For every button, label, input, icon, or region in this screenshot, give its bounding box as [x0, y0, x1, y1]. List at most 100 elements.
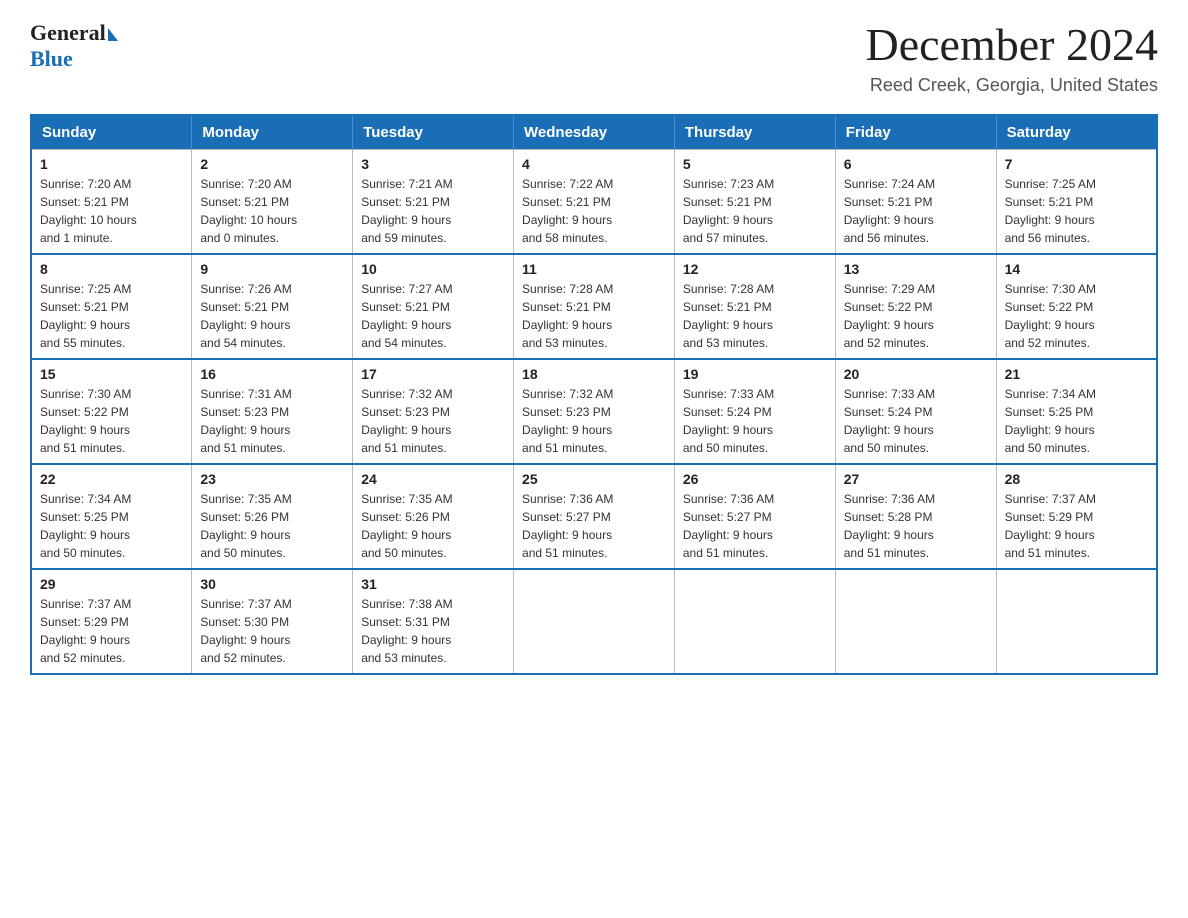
day-number: 20: [844, 366, 988, 382]
day-info: Sunrise: 7:29 AMSunset: 5:22 PMDaylight:…: [844, 280, 988, 352]
day-number: 12: [683, 261, 827, 277]
day-info: Sunrise: 7:30 AMSunset: 5:22 PMDaylight:…: [1005, 280, 1148, 352]
day-number: 17: [361, 366, 505, 382]
title-block: December 2024 Reed Creek, Georgia, Unite…: [866, 20, 1159, 96]
calendar-week-3: 15 Sunrise: 7:30 AMSunset: 5:22 PMDayligh…: [31, 359, 1157, 464]
header-wednesday: Wednesday: [514, 115, 675, 150]
header-monday: Monday: [192, 115, 353, 150]
day-number: 16: [200, 366, 344, 382]
day-info: Sunrise: 7:34 AMSunset: 5:25 PMDaylight:…: [40, 490, 183, 562]
calendar-day-5: 5 Sunrise: 7:23 AMSunset: 5:21 PMDaylight…: [674, 149, 835, 254]
calendar-day-1: 1Sunrise: 7:20 AMSunset: 5:21 PMDaylight…: [31, 149, 192, 254]
calendar-empty-cell: [514, 569, 675, 674]
calendar-day-18: 18 Sunrise: 7:32 AMSunset: 5:23 PMDayligh…: [514, 359, 675, 464]
day-info: Sunrise: 7:36 AMSunset: 5:27 PMDaylight:…: [683, 490, 827, 562]
calendar-day-31: 31 Sunrise: 7:38 AMSunset: 5:31 PMDayligh…: [353, 569, 514, 674]
calendar-day-27: 27 Sunrise: 7:36 AMSunset: 5:28 PMDayligh…: [835, 464, 996, 569]
header-friday: Friday: [835, 115, 996, 150]
calendar-day-22: 22 Sunrise: 7:34 AMSunset: 5:25 PMDayligh…: [31, 464, 192, 569]
calendar-day-11: 11Sunrise: 7:28 AMSunset: 5:21 PMDayligh…: [514, 254, 675, 359]
day-number: 18: [522, 366, 666, 382]
day-number: 7: [1005, 156, 1148, 172]
day-info: Sunrise: 7:37 AMSunset: 5:30 PMDaylight:…: [200, 595, 344, 667]
day-info: Sunrise: 7:23 AMSunset: 5:21 PMDaylight:…: [683, 175, 827, 247]
day-number: 30: [200, 576, 344, 592]
day-number: 25: [522, 471, 666, 487]
day-info: Sunrise: 7:37 AMSunset: 5:29 PMDaylight:…: [40, 595, 183, 667]
day-info: Sunrise: 7:38 AMSunset: 5:31 PMDaylight:…: [361, 595, 505, 667]
day-info: Sunrise: 7:27 AMSunset: 5:21 PMDaylight:…: [361, 280, 505, 352]
calendar-day-20: 20 Sunrise: 7:33 AMSunset: 5:24 PMDayligh…: [835, 359, 996, 464]
calendar-day-17: 17 Sunrise: 7:32 AMSunset: 5:23 PMDayligh…: [353, 359, 514, 464]
day-info: Sunrise: 7:34 AMSunset: 5:25 PMDaylight:…: [1005, 385, 1148, 457]
day-info: Sunrise: 7:25 AMSunset: 5:21 PMDaylight:…: [1005, 175, 1148, 247]
calendar-day-24: 24 Sunrise: 7:35 AMSunset: 5:26 PMDayligh…: [353, 464, 514, 569]
day-info: Sunrise: 7:28 AMSunset: 5:21 PMDaylight:…: [683, 280, 827, 352]
logo-arrow-icon: [108, 28, 118, 41]
calendar-day-30: 30 Sunrise: 7:37 AMSunset: 5:30 PMDayligh…: [192, 569, 353, 674]
calendar-day-14: 14 Sunrise: 7:30 AMSunset: 5:22 PMDayligh…: [996, 254, 1157, 359]
day-number: 28: [1005, 471, 1148, 487]
day-number: 4: [522, 156, 666, 172]
calendar-day-21: 21Sunrise: 7:34 AMSunset: 5:25 PMDayligh…: [996, 359, 1157, 464]
day-number: 24: [361, 471, 505, 487]
calendar-day-8: 8Sunrise: 7:25 AMSunset: 5:21 PMDaylight…: [31, 254, 192, 359]
day-info: Sunrise: 7:30 AMSunset: 5:22 PMDaylight:…: [40, 385, 183, 457]
day-number: 3: [361, 156, 505, 172]
day-number: 6: [844, 156, 988, 172]
day-number: 14: [1005, 261, 1148, 277]
calendar-day-3: 3Sunrise: 7:21 AMSunset: 5:21 PMDaylight…: [353, 149, 514, 254]
calendar-day-12: 12 Sunrise: 7:28 AMSunset: 5:21 PMDayligh…: [674, 254, 835, 359]
day-info: Sunrise: 7:20 AMSunset: 5:21 PMDaylight:…: [200, 175, 344, 247]
day-number: 11: [522, 261, 666, 277]
month-year-title: December 2024: [866, 20, 1159, 71]
calendar-day-2: 2Sunrise: 7:20 AMSunset: 5:21 PMDaylight…: [192, 149, 353, 254]
day-info: Sunrise: 7:33 AMSunset: 5:24 PMDaylight:…: [844, 385, 988, 457]
day-info: Sunrise: 7:32 AMSunset: 5:23 PMDaylight:…: [522, 385, 666, 457]
day-info: Sunrise: 7:35 AMSunset: 5:26 PMDaylight:…: [200, 490, 344, 562]
day-info: Sunrise: 7:32 AMSunset: 5:23 PMDaylight:…: [361, 385, 505, 457]
day-number: 5: [683, 156, 827, 172]
header-tuesday: Tuesday: [353, 115, 514, 150]
day-number: 10: [361, 261, 505, 277]
day-number: 9: [200, 261, 344, 277]
calendar-day-16: 16 Sunrise: 7:31 AMSunset: 5:23 PMDayligh…: [192, 359, 353, 464]
calendar-week-1: 1 Sunrise: 7:20 AMSunset: 5:21 PMDaylight…: [31, 149, 1157, 254]
calendar-day-28: 28Sunrise: 7:37 AMSunset: 5:29 PMDayligh…: [996, 464, 1157, 569]
calendar-week-2: 8Sunrise: 7:25 AMSunset: 5:21 PMDaylight…: [31, 254, 1157, 359]
calendar-day-7: 7 Sunrise: 7:25 AMSunset: 5:21 PMDaylight…: [996, 149, 1157, 254]
day-number: 15: [40, 366, 183, 382]
header-sunday: Sunday: [31, 115, 192, 150]
day-number: 1: [40, 156, 183, 172]
calendar-empty-cell: [835, 569, 996, 674]
day-number: 27: [844, 471, 988, 487]
page-header: General Blue December 2024 Reed Creek, G…: [30, 20, 1158, 96]
location-subtitle: Reed Creek, Georgia, United States: [866, 75, 1159, 96]
logo: General Blue: [30, 20, 118, 72]
calendar-day-25: 25 Sunrise: 7:36 AMSunset: 5:27 PMDayligh…: [514, 464, 675, 569]
day-number: 19: [683, 366, 827, 382]
day-number: 23: [200, 471, 344, 487]
calendar-day-15: 15 Sunrise: 7:30 AMSunset: 5:22 PMDayligh…: [31, 359, 192, 464]
calendar-empty-cell: [674, 569, 835, 674]
logo-blue: Blue: [30, 46, 73, 71]
header-thursday: Thursday: [674, 115, 835, 150]
day-number: 13: [844, 261, 988, 277]
day-info: Sunrise: 7:26 AMSunset: 5:21 PMDaylight:…: [200, 280, 344, 352]
calendar-header-row: SundayMondayTuesdayWednesdayThursdayFrid…: [31, 115, 1157, 150]
calendar-day-29: 29 Sunrise: 7:37 AMSunset: 5:29 PMDayligh…: [31, 569, 192, 674]
day-info: Sunrise: 7:31 AMSunset: 5:23 PMDaylight:…: [200, 385, 344, 457]
calendar-day-10: 10 Sunrise: 7:27 AMSunset: 5:21 PMDayligh…: [353, 254, 514, 359]
day-info: Sunrise: 7:35 AMSunset: 5:26 PMDaylight:…: [361, 490, 505, 562]
calendar-day-9: 9 Sunrise: 7:26 AMSunset: 5:21 PMDaylight…: [192, 254, 353, 359]
calendar-day-6: 6Sunrise: 7:24 AMSunset: 5:21 PMDaylight…: [835, 149, 996, 254]
day-number: 29: [40, 576, 183, 592]
header-saturday: Saturday: [996, 115, 1157, 150]
day-info: Sunrise: 7:36 AMSunset: 5:28 PMDaylight:…: [844, 490, 988, 562]
calendar-week-4: 22 Sunrise: 7:34 AMSunset: 5:25 PMDayligh…: [31, 464, 1157, 569]
calendar-day-26: 26Sunrise: 7:36 AMSunset: 5:27 PMDayligh…: [674, 464, 835, 569]
day-number: 22: [40, 471, 183, 487]
day-number: 31: [361, 576, 505, 592]
day-info: Sunrise: 7:36 AMSunset: 5:27 PMDaylight:…: [522, 490, 666, 562]
calendar-empty-cell: [996, 569, 1157, 674]
